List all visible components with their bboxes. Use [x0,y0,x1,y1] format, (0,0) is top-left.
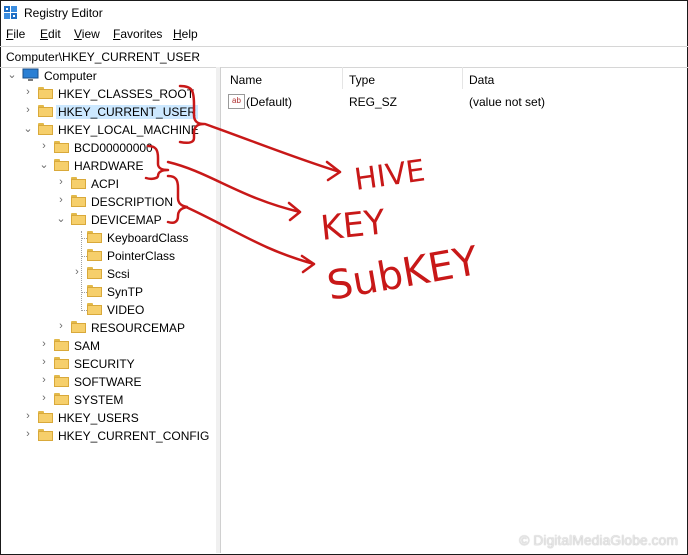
annotation-hive-label: HIVE [352,153,427,198]
annotation-key-label: KEY [319,202,388,249]
watermark: © DigitalMediaGlobe.com [519,532,678,548]
annotation-brace-hive [178,84,206,145]
annotation-brace-key [144,144,170,181]
annotation-subkey-label: SubKEY [324,238,482,310]
annotation-arrow-hive [203,122,342,182]
annotation-brace-subkey [166,174,189,224]
annotation-overlay: HIVE KEY SubKEY [144,84,482,310]
annotation-arrow-key [166,160,302,222]
